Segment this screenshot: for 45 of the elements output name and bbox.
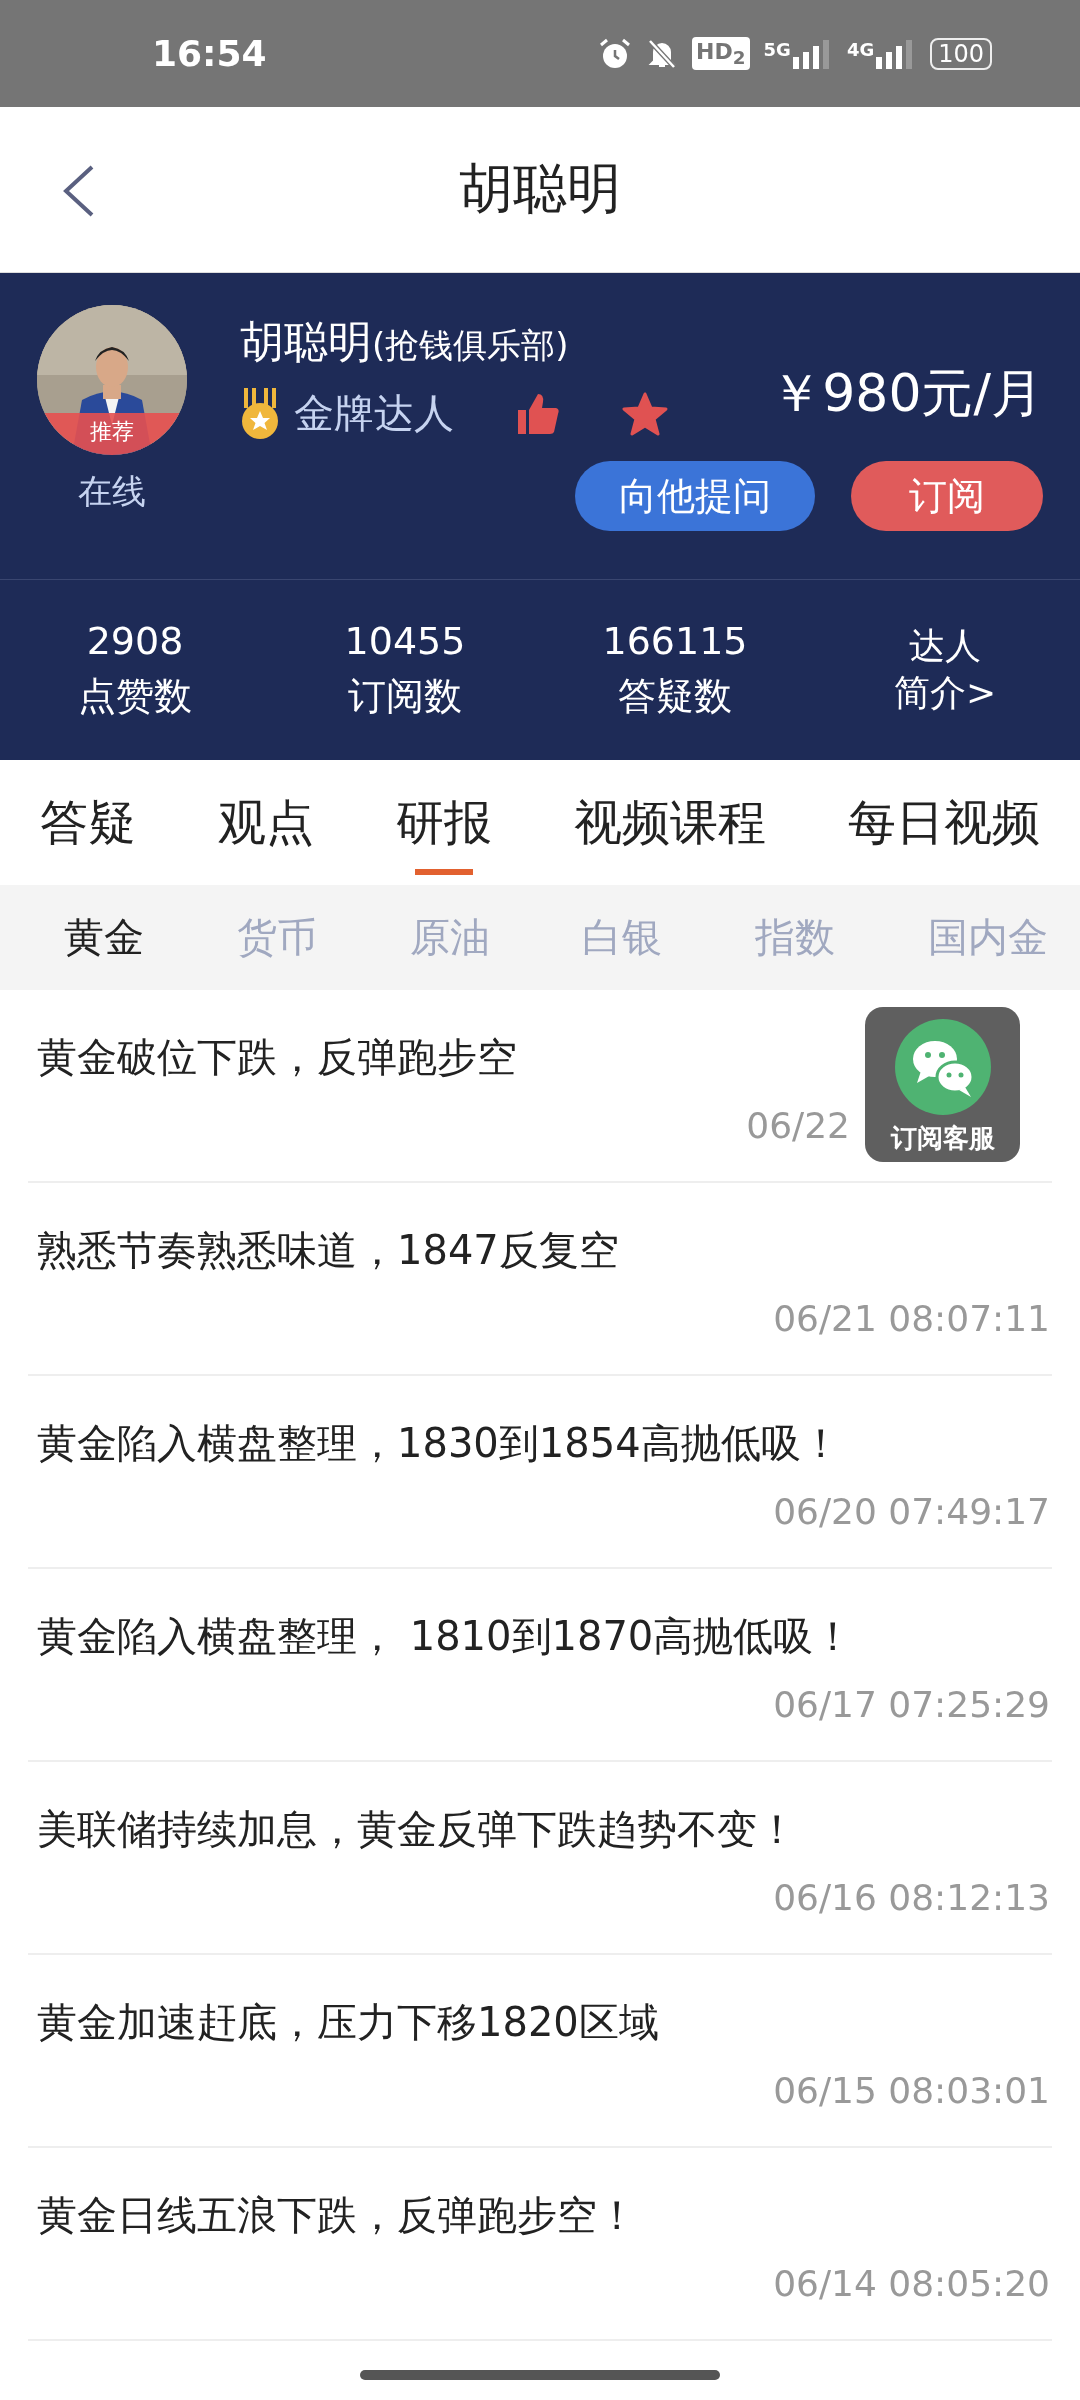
article-date: 06/20 07:49:17 <box>773 1491 1050 1532</box>
tab[interactable]: 观点 <box>218 760 314 885</box>
article-title[interactable]: 美联储持续加息，黄金反弹下跌趋势不变！ <box>37 1802 1050 1857</box>
stat-value: 10455 <box>344 618 466 663</box>
article-date: 06/16 08:12:13 <box>773 1877 1050 1918</box>
article-date: 06/17 07:25:29 <box>773 1684 1050 1725</box>
tab[interactable]: 每日视频 <box>848 760 1040 885</box>
network-label: 4G <box>846 38 875 60</box>
article-title[interactable]: 黄金日线五浪下跌，反弹跑步空！ <box>37 2188 1050 2243</box>
subscription-price: ￥980元/月 <box>770 361 1043 425</box>
alarm-icon <box>598 36 633 71</box>
ask-button[interactable]: 向他提问 <box>575 461 815 531</box>
tab[interactable]: 答疑 <box>40 760 136 885</box>
network-label: 5G <box>763 38 791 60</box>
article-title[interactable]: 黄金加速赶底，压力下移1820区域 <box>37 1995 1050 2050</box>
status-time: 16:54 <box>152 33 267 74</box>
article-date: 06/15 08:03:01 <box>773 2070 1050 2111</box>
stat-label: 答疑数 <box>618 672 732 720</box>
article-date: 06/14 08:05:20 <box>773 2263 1050 2304</box>
chat-bubbles-icon <box>894 1019 991 1115</box>
stat-label: 订阅数 <box>348 672 462 720</box>
rank-title: 金牌达人 <box>294 389 454 438</box>
online-status: 在线 <box>78 470 146 513</box>
medal-icon <box>240 387 280 440</box>
article-date: 06/21 08:07:11 <box>773 1298 1050 1339</box>
club-name: (抢钱俱乐部) <box>372 324 569 367</box>
article-title[interactable]: 黄金陷入横盘整理， 1810到1870高抛低吸！ <box>37 1609 1050 1664</box>
expert-name: 胡聪明 <box>240 315 372 369</box>
hd-badge: HD$_{2}$ <box>692 36 750 71</box>
article-title[interactable]: 熟悉节奏熟悉味道，1847反复空 <box>37 1223 1050 1278</box>
article-date: 06/22 <box>746 1105 850 1146</box>
subscribe-button[interactable]: 订阅 <box>851 461 1043 531</box>
profile-intro-link[interactable]: 达人 简介> <box>893 623 997 717</box>
article-title[interactable]: 黄金陷入横盘整理，1830到1854高抛低吸！ <box>37 1416 1050 1471</box>
stat-value: 166115 <box>602 618 748 663</box>
customer-service-button[interactable]: 订阅客服 <box>865 1007 1020 1162</box>
star-icon[interactable] <box>622 391 668 436</box>
tab[interactable]: 视频课程 <box>574 760 766 885</box>
tab[interactable]: 研报 <box>396 760 492 885</box>
thumbs-up-icon[interactable] <box>516 391 560 436</box>
category-tab[interactable]: 黄金 <box>64 910 144 965</box>
battery-level: 100 <box>930 37 992 70</box>
page-title: 胡聪明 <box>459 156 621 222</box>
stat-value: 2908 <box>86 618 184 663</box>
stat-label: 点赞数 <box>78 672 192 720</box>
